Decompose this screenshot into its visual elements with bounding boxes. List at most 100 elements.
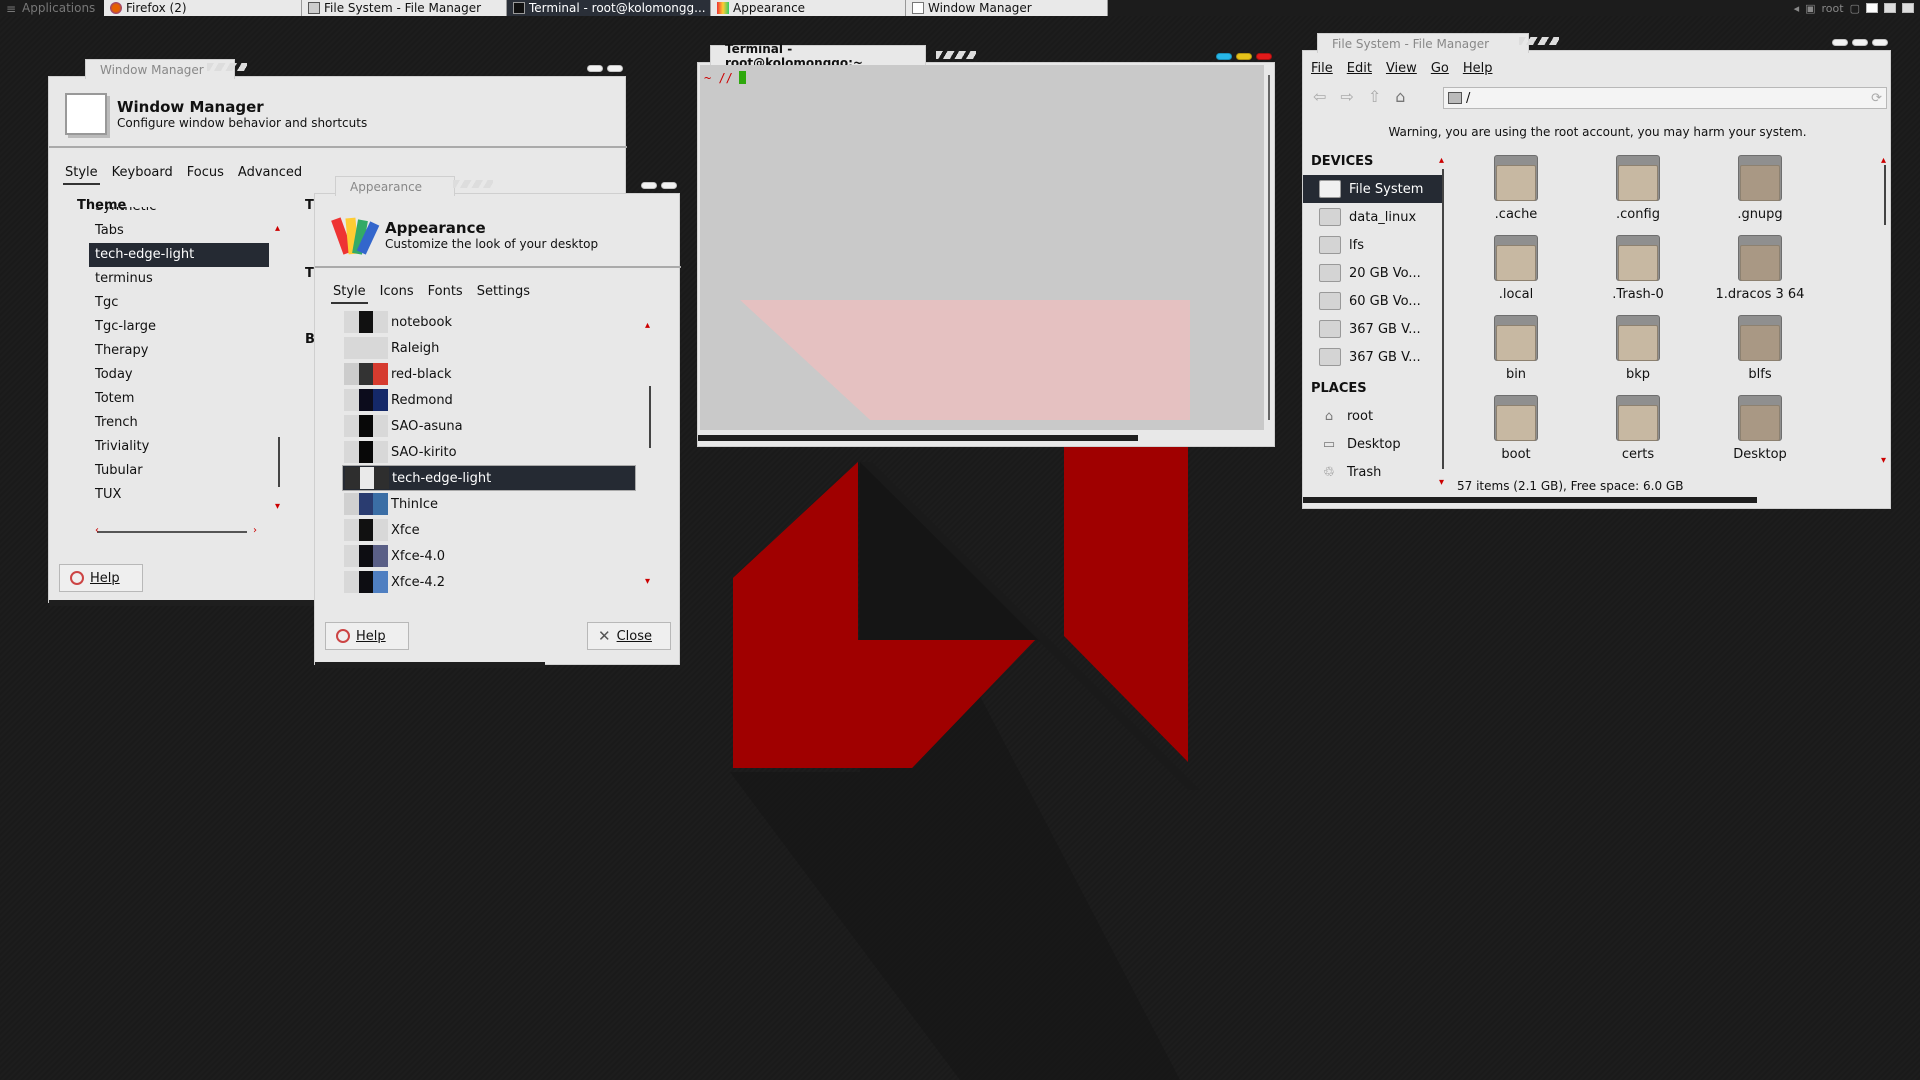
lock-icon[interactable]: ▢ bbox=[1850, 2, 1860, 15]
device-item[interactable]: 20 GB Vo... bbox=[1303, 259, 1443, 287]
theme-list-item[interactable]: Triviality bbox=[89, 435, 269, 459]
scroll-down-arrow[interactable]: ▾ bbox=[645, 576, 650, 587]
menu-help[interactable]: Help bbox=[1463, 61, 1493, 76]
style-theme-item[interactable]: SAO-kirito bbox=[342, 439, 636, 465]
window-title[interactable]: File System - File Manager bbox=[1317, 33, 1529, 53]
device-item[interactable]: data_linux bbox=[1303, 203, 1443, 231]
folder-item[interactable]: certs bbox=[1577, 395, 1699, 475]
place-item[interactable]: ♲ Trash bbox=[1303, 458, 1443, 486]
tab-settings[interactable]: Settings bbox=[475, 284, 532, 304]
theme-list-item[interactable]: Synthetic bbox=[89, 207, 269, 219]
style-theme-item[interactable]: Raleigh bbox=[342, 335, 636, 361]
style-theme-item[interactable]: Xfce-4.0 bbox=[342, 543, 636, 569]
tab-fonts[interactable]: Fonts bbox=[426, 284, 465, 304]
folder-item[interactable]: .local bbox=[1455, 235, 1577, 315]
tab-style[interactable]: Style bbox=[63, 165, 100, 185]
close-dialog-button[interactable]: ✕ Close bbox=[587, 622, 671, 650]
style-theme-item[interactable]: Redmond bbox=[342, 387, 636, 413]
scroll-left-arrow[interactable]: ‹ bbox=[95, 525, 99, 536]
forward-icon[interactable]: ⇨ bbox=[1340, 87, 1353, 106]
theme-list[interactable]: SyntheticTabstech-edge-lightterminusTgcT… bbox=[89, 207, 269, 512]
device-item[interactable]: lfs bbox=[1303, 231, 1443, 259]
network-icon[interactable]: ▣ bbox=[1805, 2, 1815, 15]
menu-edit[interactable]: Edit bbox=[1347, 61, 1372, 76]
style-theme-item[interactable]: SAO-asuna bbox=[342, 413, 636, 439]
window-title[interactable]: Appearance bbox=[335, 176, 455, 196]
side-scrollbar[interactable] bbox=[1442, 169, 1444, 469]
home-icon[interactable]: ⌂ bbox=[1395, 87, 1405, 106]
scroll-right-arrow[interactable]: › bbox=[253, 525, 257, 536]
close-button[interactable] bbox=[1872, 39, 1888, 46]
vertical-scrollbar[interactable] bbox=[278, 437, 280, 487]
style-theme-item[interactable]: Xfce bbox=[342, 517, 636, 543]
close-button[interactable] bbox=[1256, 53, 1272, 60]
help-button[interactable]: Help bbox=[325, 622, 409, 650]
folder-item[interactable]: .gnupg bbox=[1699, 155, 1821, 235]
menu-go[interactable]: Go bbox=[1431, 61, 1449, 76]
theme-list-item[interactable]: Tubular bbox=[89, 459, 269, 483]
maximize-button[interactable] bbox=[1852, 39, 1868, 46]
back-icon[interactable]: ⇦ bbox=[1313, 87, 1326, 106]
theme-list-item[interactable]: tech-edge-light bbox=[89, 243, 269, 267]
theme-list-item[interactable]: Tgc-large bbox=[89, 315, 269, 339]
applications-menu[interactable]: ≡ Applications bbox=[0, 0, 104, 16]
style-theme-item[interactable]: notebook bbox=[342, 309, 636, 335]
device-item[interactable]: File System bbox=[1303, 175, 1443, 203]
folder-item[interactable]: blfs bbox=[1699, 315, 1821, 395]
style-theme-item[interactable]: red-black bbox=[342, 361, 636, 387]
menu-file[interactable]: File bbox=[1311, 61, 1333, 76]
style-theme-item[interactable]: Xfce-4.2 bbox=[342, 569, 636, 595]
theme-list-item[interactable]: Tabs bbox=[89, 219, 269, 243]
close-button[interactable] bbox=[607, 65, 623, 72]
style-theme-item[interactable]: ThinIce bbox=[342, 491, 636, 517]
style-theme-item[interactable]: tech-edge-light bbox=[342, 465, 636, 491]
grid-scrollbar[interactable] bbox=[1884, 165, 1886, 225]
device-item[interactable]: 367 GB V... bbox=[1303, 315, 1443, 343]
menu-view[interactable]: View bbox=[1386, 61, 1417, 76]
minimize-button[interactable] bbox=[1216, 53, 1232, 60]
terminal-output[interactable]: ~ // bbox=[700, 65, 1264, 430]
location-bar[interactable]: / ⟳ bbox=[1443, 87, 1887, 109]
workspace-3[interactable] bbox=[1902, 3, 1914, 13]
folder-item[interactable]: .cache bbox=[1455, 155, 1577, 235]
window-title[interactable]: Terminal - root@kolomonggo:~ bbox=[710, 42, 926, 70]
up-icon[interactable]: ⇧ bbox=[1368, 87, 1381, 106]
grid-scroll-down[interactable]: ▾ bbox=[1881, 455, 1886, 466]
task-appearance[interactable]: Appearance bbox=[711, 0, 906, 16]
style-theme-list[interactable]: notebook Raleigh red-black Redmond SAO-asuna… bbox=[342, 309, 636, 599]
place-item[interactable]: ▭ Desktop bbox=[1303, 430, 1443, 458]
workspace-1[interactable] bbox=[1866, 3, 1878, 13]
vertical-scrollbar[interactable] bbox=[649, 386, 651, 448]
scroll-up-arrow[interactable]: ▴ bbox=[275, 223, 280, 234]
theme-list-item[interactable]: Trench bbox=[89, 411, 269, 435]
close-button[interactable] bbox=[661, 182, 677, 189]
task-window-manager[interactable]: Window Manager bbox=[906, 0, 1108, 16]
folder-item[interactable]: bkp bbox=[1577, 315, 1699, 395]
tab-advanced[interactable]: Advanced bbox=[236, 165, 304, 185]
folder-item[interactable]: bin bbox=[1455, 315, 1577, 395]
folder-item[interactable]: Desktop bbox=[1699, 395, 1821, 475]
folder-item[interactable]: boot bbox=[1455, 395, 1577, 475]
horizontal-scrollbar[interactable] bbox=[97, 531, 247, 533]
tab-focus[interactable]: Focus bbox=[185, 165, 226, 185]
vertical-scrollbar[interactable] bbox=[1268, 75, 1270, 420]
side-scroll-down[interactable]: ▾ bbox=[1439, 477, 1444, 488]
theme-list-item[interactable]: terminus bbox=[89, 267, 269, 291]
folder-item[interactable]: 1.dracos 3 64 bbox=[1699, 235, 1821, 315]
minimize-button[interactable] bbox=[1832, 39, 1848, 46]
theme-list-item[interactable]: Tgc bbox=[89, 291, 269, 315]
folder-item[interactable]: .Trash-0 bbox=[1577, 235, 1699, 315]
tab-icons[interactable]: Icons bbox=[378, 284, 416, 304]
task-terminal[interactable]: Terminal - root@kolomongg... bbox=[507, 0, 711, 16]
minimize-button[interactable] bbox=[587, 65, 603, 72]
scroll-up-arrow[interactable]: ▴ bbox=[645, 320, 650, 331]
volume-icon[interactable]: ◂ bbox=[1794, 2, 1800, 15]
folder-item[interactable]: .config bbox=[1577, 155, 1699, 235]
tab-style[interactable]: Style bbox=[331, 284, 368, 304]
task-firefox[interactable]: Firefox (2) bbox=[104, 0, 302, 16]
place-item[interactable]: ⌂ root bbox=[1303, 402, 1443, 430]
side-scroll-up[interactable]: ▴ bbox=[1439, 155, 1444, 166]
theme-list-item[interactable]: Totem bbox=[89, 387, 269, 411]
reload-icon[interactable]: ⟳ bbox=[1871, 91, 1882, 106]
minimize-button[interactable] bbox=[641, 182, 657, 189]
